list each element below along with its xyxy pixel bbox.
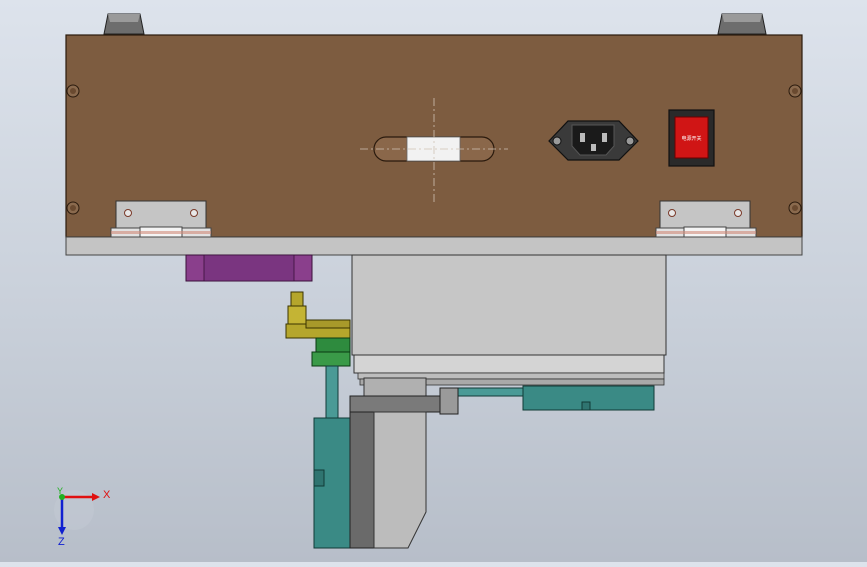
top-foot-right xyxy=(717,13,767,35)
teal-box-right xyxy=(522,385,655,411)
screw-bottom-right xyxy=(788,201,802,215)
teal-pipe-horizontal xyxy=(457,387,527,397)
shelf-plate xyxy=(65,236,803,256)
hinge-left xyxy=(110,200,212,240)
axis-triad: X Y Z xyxy=(54,486,111,548)
olive-connector xyxy=(285,291,351,339)
axis-z-label: Z xyxy=(58,536,65,548)
dark-column xyxy=(349,411,375,549)
axis-x-label: X xyxy=(103,489,111,501)
screw-top-right xyxy=(788,84,802,98)
gray-housing xyxy=(351,254,667,386)
gray-block-lower xyxy=(373,411,427,549)
hinge-right xyxy=(655,200,757,240)
cad-viewport[interactable]: 电源开关 X Y Z xyxy=(0,0,867,562)
power-switch-label: 电源开关 xyxy=(681,135,701,142)
teal-pipe-vertical xyxy=(325,365,339,419)
axis-y-label: Y xyxy=(57,486,63,496)
power-socket[interactable] xyxy=(548,120,639,161)
screw-bottom-left xyxy=(66,201,80,215)
power-switch[interactable]: 电源开关 xyxy=(668,109,715,167)
screw-top-left xyxy=(66,84,80,98)
green-block xyxy=(311,337,351,367)
top-foot-left xyxy=(103,13,145,35)
purple-block xyxy=(185,254,313,282)
teal-body-lower xyxy=(313,417,353,549)
